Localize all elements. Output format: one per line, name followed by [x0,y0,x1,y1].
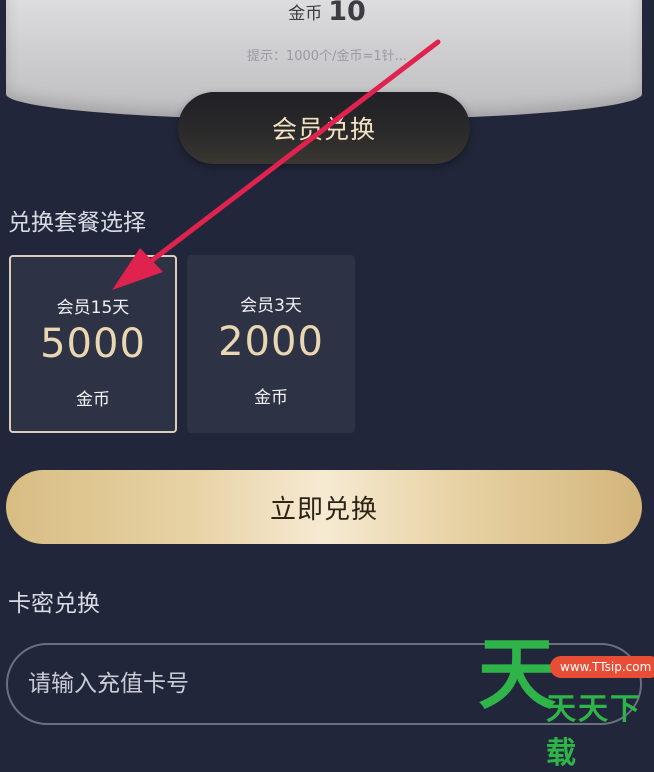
coin-value: 10 [328,0,366,27]
vip-exchange-button[interactable]: 会员兑换 [178,92,470,164]
redeem-now-button[interactable]: 立即兑换 [6,470,642,544]
package-price: 2000 [218,319,324,365]
package-card-3-days[interactable]: 会员3天 2000 金币 [187,255,355,433]
watermark-big-char: 天 [478,630,557,720]
package-section-title: 兑换套餐选择 [8,210,146,236]
package-name: 会员3天 [240,296,302,316]
watermark-text: 天天下载 [546,692,642,771]
package-price: 5000 [40,321,146,367]
watermark-url: www.TTsip.com [550,656,654,678]
card-section-title: 卡密兑换 [8,591,100,617]
package-card-15-days[interactable]: 会员15天 5000 金币 [9,255,177,433]
coin-balance: 金币 10 [0,0,654,27]
package-unit: 金币 [76,390,110,410]
coin-hint: 提示：1000个/金币=1针... [246,49,408,64]
coin-label: 金币 [288,4,323,24]
watermark-logo: 天 www.TTsip.com 天天下载 [478,636,654,771]
package-unit: 金币 [254,388,288,408]
package-name: 会员15天 [56,298,130,318]
